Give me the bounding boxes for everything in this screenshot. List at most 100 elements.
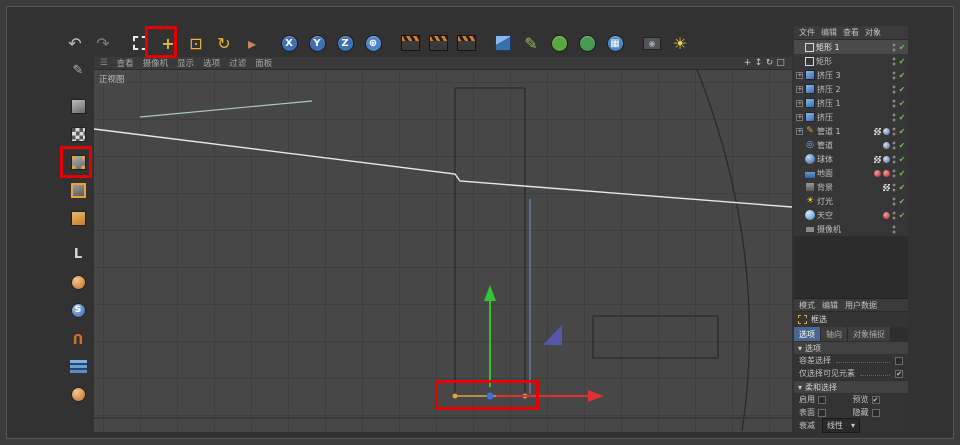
spline-pen-icon[interactable]: ✎ (518, 30, 544, 56)
render-settings-icon[interactable] (453, 30, 479, 56)
deformer-icon[interactable]: ▦ (602, 30, 628, 56)
texture-mode-icon[interactable] (66, 122, 90, 146)
rectangle-selection-tool-icon[interactable] (127, 30, 153, 56)
am-menu-edit[interactable]: 编辑 (822, 300, 838, 311)
phong-tag-icon[interactable] (883, 155, 890, 163)
visibility-dots[interactable] (892, 168, 896, 178)
option-checkbox[interactable] (895, 356, 903, 365)
object-row[interactable]: + 挤压 2 ✔ (794, 82, 908, 96)
soft-selection-section-header[interactable]: ▾ 柔和选择 (794, 380, 908, 393)
undo-icon[interactable]: ↶ (62, 30, 88, 56)
x-axis-lock-icon[interactable]: X (276, 30, 302, 56)
visibility-dots[interactable] (892, 196, 896, 206)
object-row[interactable]: 地面 ✔ (794, 166, 908, 180)
am-menu-mode[interactable]: 模式 (799, 300, 815, 311)
snap-icon[interactable]: S (66, 298, 90, 322)
redo-icon[interactable]: ↷ (90, 30, 116, 56)
enabled-check-icon[interactable]: ✔ (898, 169, 906, 178)
om-menu-edit[interactable]: 编辑 (821, 27, 837, 38)
red-tag-icon[interactable] (883, 211, 890, 219)
enabled-check-icon[interactable]: ✔ (898, 113, 906, 122)
phong-tag-icon[interactable] (883, 141, 890, 149)
om-menu-view[interactable]: 查看 (843, 27, 859, 38)
visibility-dots[interactable] (892, 56, 896, 66)
am-menu-user-data[interactable]: 用户数据 (845, 300, 877, 311)
zoom-view-icon[interactable]: ↕ (753, 58, 764, 68)
checker-tag-icon[interactable] (874, 155, 881, 163)
enabled-check-icon[interactable]: ✔ (898, 57, 906, 66)
object-row[interactable]: 摄像机 (794, 222, 908, 236)
red-tag-icon[interactable] (874, 169, 881, 177)
polygons-mode-icon[interactable] (66, 206, 90, 230)
arc-spline[interactable] (691, 57, 751, 432)
object-row[interactable]: + 挤压 1 ✔ (794, 96, 908, 110)
expand-icon[interactable]: + (796, 127, 803, 135)
soft-option-checkbox[interactable] (818, 408, 826, 417)
visibility-dots[interactable] (892, 98, 896, 108)
tab-object-snap[interactable]: 对象捕捉 (848, 327, 891, 341)
generator-icon[interactable] (574, 30, 600, 56)
soft-option-checkbox[interactable]: ✔ (871, 395, 880, 404)
checker-tag-icon[interactable] (883, 183, 890, 191)
visibility-dots[interactable] (892, 140, 896, 150)
visibility-dots[interactable] (892, 84, 896, 94)
rotate-tool-icon[interactable]: ↻ (211, 30, 237, 56)
visibility-dots[interactable] (892, 210, 896, 220)
spline-point-left[interactable] (452, 393, 458, 399)
object-row[interactable]: + 挤压 ✔ (794, 110, 908, 124)
enabled-check-icon[interactable]: ✔ (898, 211, 906, 220)
visibility-dots[interactable] (892, 70, 896, 80)
expand-icon[interactable]: + (796, 99, 803, 107)
viewport-menu-icon[interactable]: ☰ (100, 58, 108, 68)
teal-spline[interactable] (139, 100, 313, 118)
z-axis-lock-icon[interactable]: Z (332, 30, 358, 56)
enabled-check-icon[interactable]: ✔ (898, 155, 906, 164)
toggle-view-icon[interactable]: □ (775, 58, 786, 68)
visibility-dots[interactable] (892, 112, 896, 122)
object-row[interactable]: + 挤压 3 ✔ (794, 68, 908, 82)
edges-mode-icon[interactable] (66, 178, 90, 202)
gizmo-origin-point[interactable] (486, 392, 494, 400)
rotate-view-icon[interactable]: ↻ (764, 58, 775, 68)
red-tag-icon[interactable] (883, 169, 890, 177)
expand-icon[interactable]: + (796, 85, 803, 93)
expand-icon[interactable]: + (796, 113, 803, 121)
render-to-picture-viewer-icon[interactable] (425, 30, 451, 56)
axis-mode-icon[interactable]: L (66, 242, 90, 266)
visibility-dots[interactable] (892, 182, 896, 192)
scene-light-icon[interactable]: ☀ (667, 30, 693, 56)
plane-handle[interactable] (543, 325, 562, 345)
coordinate-system-icon[interactable]: ⊕ (360, 30, 386, 56)
visibility-dots[interactable] (892, 154, 896, 164)
scale-tool-icon[interactable]: ⊡ (183, 30, 209, 56)
enabled-check-icon[interactable]: ✔ (898, 99, 906, 108)
tab-axis[interactable]: 轴向 (821, 327, 848, 341)
enabled-check-icon[interactable]: ✔ (898, 141, 906, 150)
visibility-dots[interactable] (892, 224, 896, 234)
enabled-check-icon[interactable]: ✔ (898, 197, 906, 206)
subdivision-surface-icon[interactable] (546, 30, 572, 56)
soft-option-checkbox[interactable] (871, 408, 880, 417)
object-row[interactable]: 矩形 1 ✔ (794, 40, 908, 54)
primitive-cube-icon[interactable] (490, 30, 516, 56)
soft-option-checkbox[interactable] (818, 395, 826, 404)
pan-view-icon[interactable]: + (742, 58, 753, 68)
enabled-check-icon[interactable]: ✔ (898, 127, 906, 136)
enabled-check-icon[interactable]: ✔ (898, 71, 906, 80)
expand-icon[interactable]: + (796, 71, 803, 79)
magnet-snap-icon[interactable]: U (66, 326, 90, 350)
object-row[interactable]: 灯光 ✔ (794, 194, 908, 208)
make-editable-icon[interactable]: ✎ (66, 58, 90, 82)
y-axis-lock-icon[interactable]: Y (304, 30, 330, 56)
om-menu-file[interactable]: 文件 (799, 27, 815, 38)
viewport[interactable]: ☰ 查看 摄像机 显示 选项 过滤 面板 + ↕ ↻ □ 正视图 (94, 57, 792, 432)
enabled-check-icon[interactable]: ✔ (898, 43, 906, 52)
object-row[interactable]: + 管道 1 ✔ (794, 124, 908, 138)
white-spline[interactable] (94, 128, 792, 208)
last-used-tool-icon[interactable]: ▸ (239, 30, 265, 56)
falloff-dropdown[interactable]: 线性 ▾ (822, 418, 861, 433)
lock-workplane-icon[interactable] (66, 382, 90, 406)
enabled-check-icon[interactable]: ✔ (898, 85, 906, 94)
workplane-icon[interactable] (66, 354, 90, 378)
points-mode-icon[interactable] (66, 150, 90, 174)
